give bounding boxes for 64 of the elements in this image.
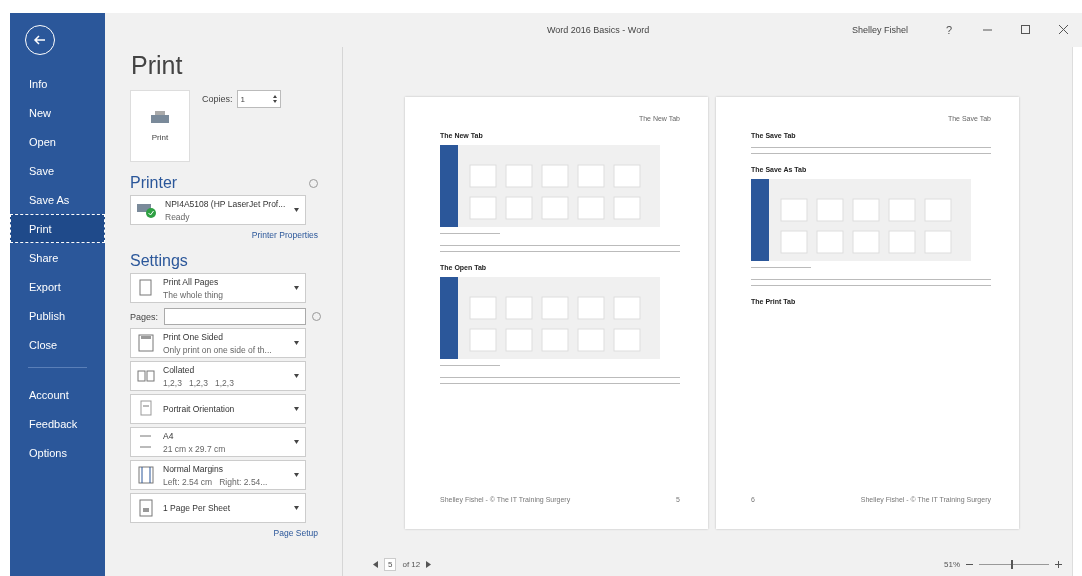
caret-icon [294,374,299,378]
sidebar-item[interactable]: Save [10,156,105,185]
next-page-icon[interactable] [426,560,432,568]
caption-text-lines [440,231,500,235]
back-arrow-icon [33,33,47,47]
sidebar-item[interactable]: Info [10,69,105,98]
caret-icon [294,208,299,212]
sidebar-item[interactable]: Close [10,330,105,359]
sidebar-item[interactable]: Print [10,214,105,243]
sidebar-item[interactable]: Open [10,127,105,156]
zoom-slider-thumb[interactable] [1010,559,1013,569]
print-button[interactable]: Print [130,90,190,162]
sidebar-item[interactable]: Share [10,243,105,272]
setting-dropdown[interactable]: Normal Margins Left: 2.54 cm Right: 2.54... [130,460,306,490]
caption-text-lines [440,363,500,367]
section-heading: Settings [130,252,188,270]
setting-dropdown[interactable]: 1 Page Per Sheet [130,493,306,523]
printer-ready-icon [137,201,157,219]
zoom-level: 51% [944,559,960,569]
caret-icon [294,341,299,345]
page-number-field[interactable]: 5 [384,557,397,571]
copies-label: Copies: [202,94,233,104]
one-sided-page-icon [137,333,155,353]
printer-dropdown[interactable]: NPI4A5108 (HP LaserJet Prof... Ready [130,195,306,225]
copies-field[interactable]: 1 [236,90,281,108]
previous-page-icon[interactable] [373,560,378,568]
window-title: Word 2016 Basics - Word [547,25,651,35]
printer-properties-link[interactable]: Printer Properties [251,230,318,240]
sidebar-item[interactable]: Account [10,380,105,409]
section-heading: Printer [130,174,178,192]
caption-text-lines [751,265,811,269]
page-count: of 12 [402,559,421,569]
caret-icon [294,506,299,510]
caret-icon [294,440,299,444]
sidebar-item[interactable]: New [10,98,105,127]
page-title: Print [131,51,184,80]
user-name[interactable]: Shelley Fishel [851,25,908,35]
info-icon [312,312,322,321]
zoom-in-button[interactable] [1055,560,1062,568]
setting-dropdown[interactable]: Collated 1,2,3 1,2,3 1,2,3 [130,361,306,391]
page-icon [137,278,155,298]
sidebar-item[interactable]: Feedback [10,409,105,438]
sidebar-item[interactable]: Save As [10,185,105,214]
margins-icon [137,465,155,485]
sidebar-item[interactable]: Publish [10,301,105,330]
info-icon [309,178,318,188]
help-button[interactable]: ? [930,24,968,36]
sidebar-item[interactable]: Options [10,438,105,467]
caret-icon [294,286,299,290]
portrait-page-icon [137,399,155,419]
setting-dropdown[interactable]: Print All Pages The whole thing [130,273,306,303]
pages-label: Pages: [130,311,159,322]
printer-icon [151,110,169,125]
scrollbar[interactable] [1072,47,1082,576]
pages-field[interactable] [164,308,307,325]
page-per-sheet-icon [137,498,155,518]
spinner-arrows-icon [272,94,277,104]
setting-dropdown[interactable]: A4 21 cm x 29.7 cm [130,427,306,457]
setting-dropdown[interactable]: Print One Sided Only print on one side of th... [130,328,306,358]
page-setup-link[interactable]: Page Setup [273,528,318,538]
sidebar-item[interactable]: Export [10,272,105,301]
setting-dropdown[interactable]: Portrait Orientation [130,394,306,424]
caret-icon [294,407,299,411]
caret-icon [294,473,299,477]
